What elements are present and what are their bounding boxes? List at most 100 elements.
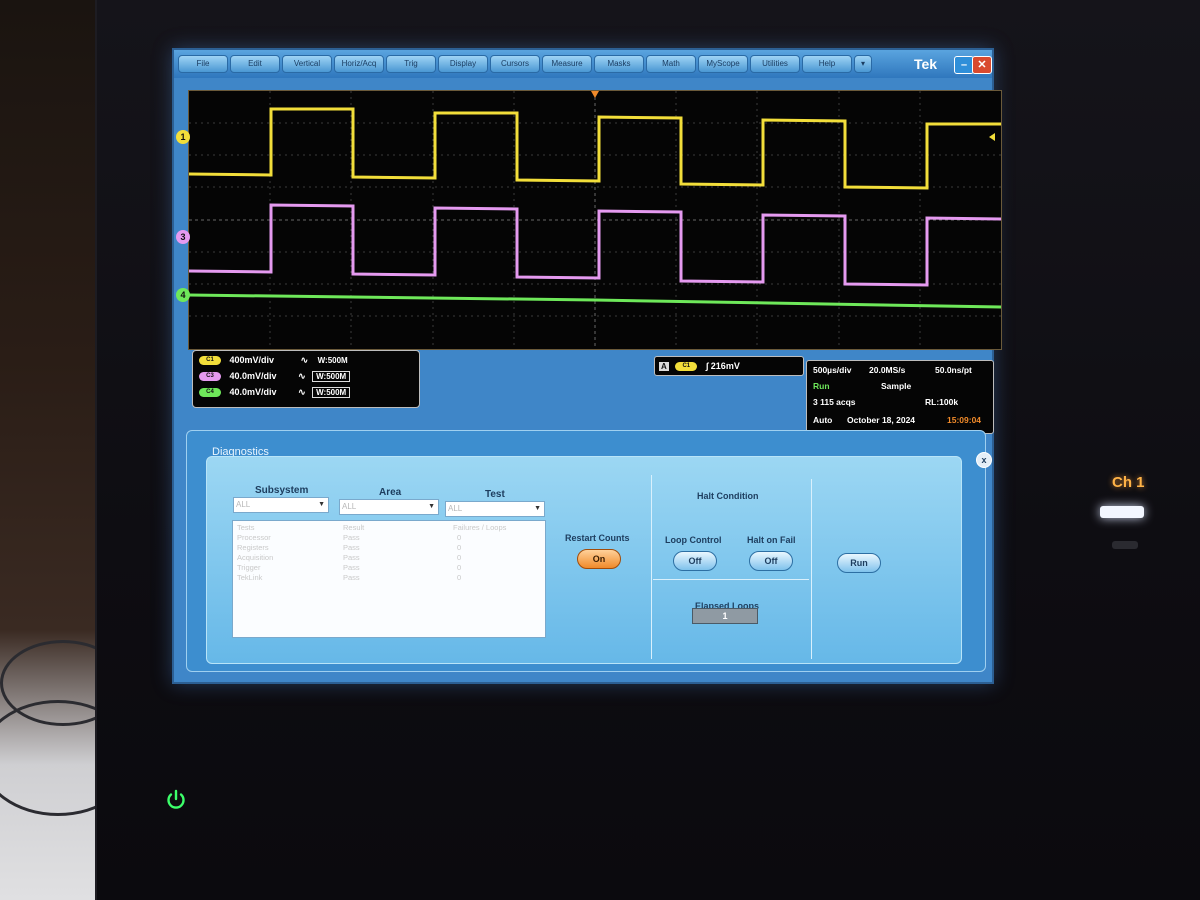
menu-edit[interactable]: Edit	[230, 55, 280, 73]
diagnostics-close-button[interactable]: x	[976, 452, 992, 468]
ch3-readout[interactable]: C3 40.0mV/div ∿ W:500M	[199, 371, 351, 383]
ch4-pill: C4	[199, 388, 221, 398]
ch1-marker[interactable]: 1	[176, 130, 190, 144]
ch4-scale: 40.0mV/div	[229, 387, 277, 397]
trigger-position-marker	[591, 91, 599, 98]
menu-utilities[interactable]: Utilities	[750, 55, 800, 73]
table-row[interactable]: Processor	[237, 533, 271, 542]
menu-cursors[interactable]: Cursors	[490, 55, 540, 73]
loop-control-toggle[interactable]: Off	[673, 551, 717, 571]
menu-help[interactable]: Help	[802, 55, 852, 73]
subsystem-header: Subsystem	[255, 485, 309, 496]
halt-on-fail-toggle[interactable]: Off	[749, 551, 793, 571]
menu-dropdown-icon[interactable]: ▾	[854, 55, 872, 73]
bandwidth-icon: ∿	[298, 387, 306, 397]
menu-measure[interactable]: Measure	[542, 55, 592, 73]
table-cell: 0	[457, 573, 462, 582]
results-header-result: Result	[343, 523, 365, 532]
trigger-readout[interactable]: A C1 ∫ 216mV	[654, 356, 804, 376]
menu-vertical[interactable]: Vertical	[282, 55, 332, 73]
table-row[interactable]: Acquisition	[237, 553, 273, 562]
run-button[interactable]: Run	[837, 553, 881, 573]
waveform-graticule	[188, 90, 1002, 350]
rising-edge-icon: ∫	[705, 361, 709, 371]
channel-readouts: C1 400mV/div ∿ W:500M C3 40.0mV/div ∿ W:…	[192, 350, 420, 408]
sample-rate: 20.0MS/s	[869, 365, 906, 375]
ch1-pill: C1	[199, 356, 221, 366]
ch4-bandwidth: W:500M	[312, 387, 351, 398]
restart-counts-toggle[interactable]: On	[577, 549, 621, 569]
menu-masks[interactable]: Masks	[594, 55, 644, 73]
area-value: ALL	[342, 502, 357, 511]
table-row[interactable]: TekLink	[237, 573, 262, 582]
close-window-button[interactable]: ✕	[972, 56, 992, 74]
ch1-scale: 400mV/div	[229, 355, 275, 365]
test-value: ALL	[448, 504, 463, 513]
trigger-level: 216mV	[710, 361, 740, 371]
acq-mode: Sample	[881, 381, 912, 391]
trigger-source: C1	[675, 362, 698, 372]
table-cell: Pass	[343, 563, 360, 572]
table-row[interactable]: Registers	[237, 543, 269, 552]
bandwidth-icon: ∿	[298, 371, 306, 381]
ch4-readout[interactable]: C4 40.0mV/div ∿ W:500M	[199, 387, 351, 399]
results-table: Tests Result Failures / Loops Processor …	[232, 520, 546, 638]
ch3-marker[interactable]: 3	[176, 230, 190, 244]
ch3-pill: C3	[199, 372, 221, 382]
ch1-trigger-level-marker	[989, 133, 995, 141]
brand-logo: Tek	[914, 56, 938, 72]
table-cell: Pass	[343, 553, 360, 562]
table-cell: 0	[457, 553, 462, 562]
divider	[653, 579, 809, 580]
power-icon[interactable]	[164, 788, 188, 812]
area-dropdown[interactable]: ALL ▼	[339, 499, 439, 515]
table-cell: 0	[457, 533, 462, 542]
acquisition-readout[interactable]: 500µs/div 20.0MS/s 50.0ns/pt Run Sample …	[806, 360, 994, 434]
ch1-front-panel-label: Ch 1	[1112, 474, 1145, 491]
chevron-down-icon: ▼	[428, 503, 435, 510]
restart-counts-label: Restart Counts	[565, 533, 630, 543]
ch3-bandwidth: W:500M	[312, 371, 351, 382]
subsystem-dropdown[interactable]: ALL ▼	[233, 497, 329, 513]
menu-horiz-acq[interactable]: Horiz/Acq	[334, 55, 384, 73]
run-state: Run	[813, 381, 830, 391]
table-row[interactable]: Trigger	[237, 563, 260, 572]
chevron-down-icon: ▼	[318, 501, 325, 508]
table-cell: 0	[457, 563, 462, 572]
menu-display[interactable]: Display	[438, 55, 488, 73]
ch1-bandwidth: W:500M	[317, 356, 348, 365]
trigger-mode-auto: Auto	[813, 415, 833, 425]
test-dropdown[interactable]: ALL ▼	[445, 501, 545, 517]
results-header-tests: Tests	[237, 523, 255, 532]
record-length: RL:100k	[925, 397, 959, 407]
waveform-display	[188, 91, 1002, 349]
divider	[811, 479, 812, 659]
ch4-marker[interactable]: 4	[176, 288, 190, 302]
menu-myscope[interactable]: MyScope	[698, 55, 748, 73]
test-header: Test	[485, 489, 505, 500]
ch1-readout[interactable]: C1 400mV/div ∿ W:500M	[199, 355, 351, 367]
bandwidth-icon: ∿	[300, 355, 309, 365]
elapsed-loops-value: 1	[692, 608, 758, 624]
chevron-down-icon: ▼	[534, 505, 541, 512]
date: October 18, 2024	[847, 415, 916, 425]
loop-control-label: Loop Control	[665, 535, 722, 545]
table-cell: 0	[457, 543, 462, 552]
menu-trig[interactable]: Trig	[386, 55, 436, 73]
menu-file[interactable]: File	[178, 55, 228, 73]
front-panel-indicator	[1112, 541, 1138, 549]
minimize-button[interactable]: –	[954, 56, 974, 74]
acq-count: 3 115 acqs	[813, 397, 856, 407]
ch3-scale: 40.0mV/div	[229, 371, 277, 381]
table-cell: Pass	[343, 573, 360, 582]
table-cell: Pass	[343, 533, 360, 542]
table-cell: Pass	[343, 543, 360, 552]
menu-math[interactable]: Math	[646, 55, 696, 73]
halt-on-fail-label: Halt on Fail	[747, 535, 796, 545]
time: 15:09:04	[947, 415, 982, 425]
resolution: 50.0ns/pt	[935, 365, 972, 375]
area-header: Area	[379, 487, 402, 498]
subsystem-value: ALL	[236, 500, 251, 509]
ch1-front-panel-button[interactable]	[1100, 506, 1144, 518]
oscilloscope-screen: File Edit Vertical Horiz/Acq Trig Displa…	[172, 48, 1002, 684]
